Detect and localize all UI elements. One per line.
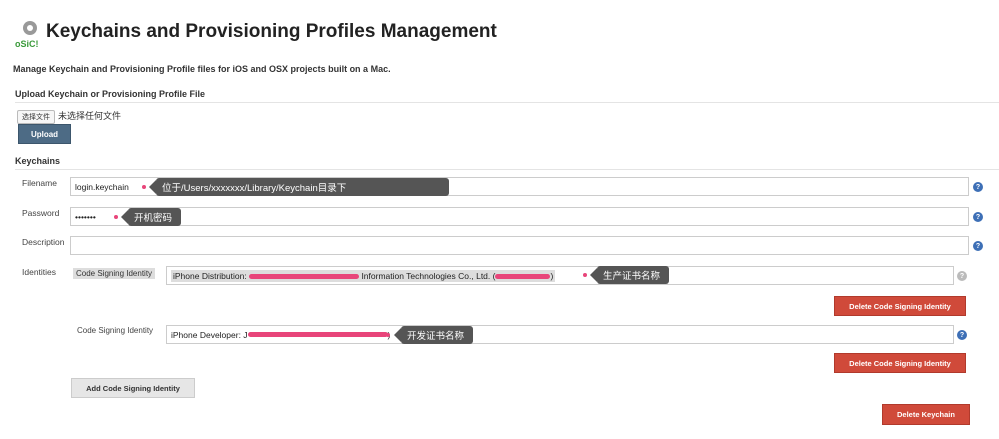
annotation-dot <box>386 333 390 337</box>
description-label: Description <box>22 237 65 247</box>
help-icon[interactable]: ? <box>973 182 983 192</box>
upload-section-title: Upload Keychain or Provisioning Profile … <box>15 89 999 103</box>
identity-annotation: 开发证书名称 <box>393 326 474 344</box>
filename-annotation: 位于/Users/xxxxxxx/Library/Keychain目录下 <box>149 178 449 196</box>
description-input[interactable] <box>70 236 969 255</box>
upload-button[interactable]: Upload <box>18 124 71 144</box>
logo: oSiC! <box>12 18 44 50</box>
annotation-dot <box>583 273 587 277</box>
keychains-section-title: Keychains <box>15 156 999 170</box>
password-value: ••••••• <box>75 211 96 222</box>
filename-value: login.keychain <box>75 181 129 192</box>
help-icon[interactable]: ? <box>973 241 983 251</box>
redaction <box>495 273 551 279</box>
choose-file-button[interactable]: 选择文件 <box>17 110 55 124</box>
filename-label: Filename <box>22 178 57 188</box>
identity-label: Code Signing Identity <box>73 268 156 279</box>
delete-keychain-button[interactable]: Delete Keychain <box>882 404 970 425</box>
help-icon[interactable]: ? <box>957 330 967 340</box>
identity-suffix: ) <box>550 270 554 281</box>
identity-middle: Information Technologies Co., Ltd. ( <box>359 270 496 281</box>
add-identity-button[interactable]: Add Code Signing Identity <box>71 378 195 398</box>
password-input[interactable]: ••••••• <box>70 207 969 226</box>
annotation-dot <box>114 215 118 219</box>
identity-label: Code Signing Identity <box>77 326 154 335</box>
identities-label: Identities <box>22 267 57 277</box>
help-icon[interactable]: ? <box>973 212 983 222</box>
identity-annotation: 生产证书名称 <box>589 266 670 284</box>
page-description: Manage Keychain and Provisioning Profile… <box>13 64 391 74</box>
delete-identity-button[interactable]: Delete Code Signing Identity <box>834 353 966 373</box>
delete-identity-button[interactable]: Delete Code Signing Identity <box>834 296 966 316</box>
redaction <box>247 332 388 337</box>
redaction <box>249 273 360 279</box>
help-icon[interactable]: ? <box>957 271 967 281</box>
page-title: Keychains and Provisioning Profiles Mana… <box>46 21 497 42</box>
password-label: Password <box>22 208 60 218</box>
password-annotation: 开机密码 <box>120 208 182 226</box>
identity-prefix: iPhone Developer: J <box>171 329 248 340</box>
identity-input[interactable]: iPhone Developer: J) <box>166 325 954 344</box>
identity-input[interactable]: iPhone Distribution: Information Technol… <box>166 266 954 285</box>
annotation-dot <box>142 185 146 189</box>
no-file-label: 未选择任何文件 <box>58 111 122 121</box>
svg-text:oSiC!: oSiC! <box>15 39 39 49</box>
identity-prefix: iPhone Distribution: <box>173 270 250 281</box>
